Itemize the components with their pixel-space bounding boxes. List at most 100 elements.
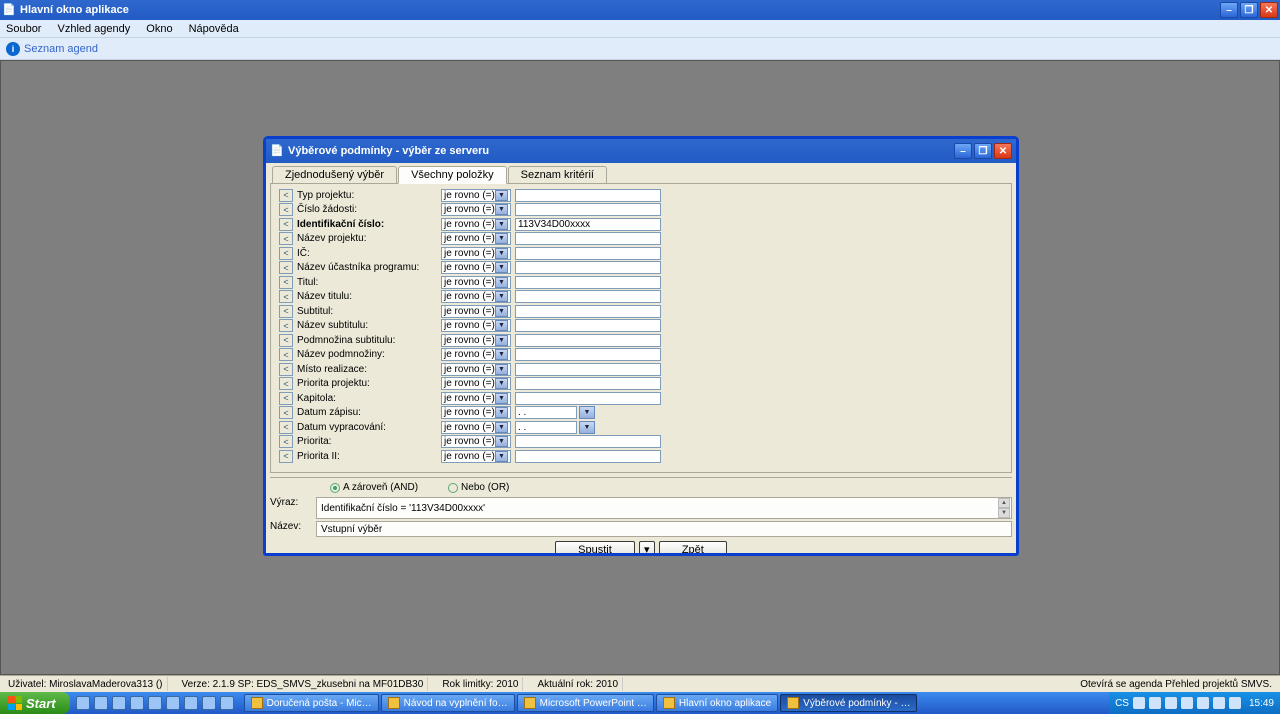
tab-all[interactable]: Všechny položky <box>398 166 507 184</box>
row-back-button[interactable]: < <box>279 261 293 274</box>
row-back-button[interactable]: < <box>279 392 293 405</box>
minimize-button[interactable]: – <box>1220 2 1238 18</box>
ql-icon[interactable] <box>184 696 198 710</box>
row-back-button[interactable]: < <box>279 276 293 289</box>
row-back-button[interactable]: < <box>279 348 293 361</box>
row-back-button[interactable]: < <box>279 319 293 332</box>
ql-icon[interactable] <box>130 696 144 710</box>
tray-icon[interactable] <box>1229 697 1241 709</box>
operator-select[interactable]: je rovno (=)▼ <box>441 290 511 303</box>
ql-icon[interactable] <box>112 696 126 710</box>
radio-and[interactable]: A zároveň (AND) <box>330 482 418 493</box>
run-dropdown-button[interactable]: ▾ <box>639 541 655 556</box>
task-button[interactable]: Doručená pošta - Mic… <box>244 694 379 712</box>
operator-select[interactable]: je rovno (=)▼ <box>441 218 511 231</box>
menu-okno[interactable]: Okno <box>146 23 172 35</box>
tab-criteria[interactable]: Seznam kritérií <box>508 166 607 183</box>
row-back-button[interactable]: < <box>279 189 293 202</box>
back-button[interactable]: Zpět <box>659 541 727 556</box>
ql-icon[interactable] <box>166 696 180 710</box>
lang-indicator[interactable]: CS <box>1115 698 1129 709</box>
close-button[interactable]: ✕ <box>1260 2 1278 18</box>
run-button[interactable]: Spustit <box>555 541 635 556</box>
value-input[interactable] <box>515 276 661 289</box>
row-back-button[interactable]: < <box>279 450 293 463</box>
row-back-button[interactable]: < <box>279 290 293 303</box>
operator-select[interactable]: je rovno (=)▼ <box>441 377 511 390</box>
row-back-button[interactable]: < <box>279 203 293 216</box>
value-input[interactable] <box>515 319 661 332</box>
operator-select[interactable]: je rovno (=)▼ <box>441 334 511 347</box>
operator-select[interactable]: je rovno (=)▼ <box>441 435 511 448</box>
value-input[interactable] <box>515 305 661 318</box>
row-back-button[interactable]: < <box>279 232 293 245</box>
operator-select[interactable]: je rovno (=)▼ <box>441 406 511 419</box>
value-input[interactable] <box>515 261 661 274</box>
value-input[interactable] <box>515 377 661 390</box>
date-dropdown-button[interactable]: ▼ <box>579 421 595 434</box>
value-input[interactable] <box>515 232 661 245</box>
row-back-button[interactable]: < <box>279 218 293 231</box>
maximize-button[interactable]: ❐ <box>1240 2 1258 18</box>
tray-icon[interactable] <box>1181 697 1193 709</box>
ql-icon[interactable] <box>94 696 108 710</box>
operator-select[interactable]: je rovno (=)▼ <box>441 261 511 274</box>
operator-select[interactable]: je rovno (=)▼ <box>441 305 511 318</box>
value-input[interactable] <box>515 348 661 361</box>
row-back-button[interactable]: < <box>279 247 293 260</box>
value-input[interactable]: . . <box>515 406 577 419</box>
value-input[interactable] <box>515 392 661 405</box>
row-back-button[interactable]: < <box>279 377 293 390</box>
task-button[interactable]: Návod na vyplnění fo… <box>381 694 515 712</box>
value-input[interactable] <box>515 189 661 202</box>
date-dropdown-button[interactable]: ▼ <box>579 406 595 419</box>
value-input[interactable] <box>515 290 661 303</box>
operator-select[interactable]: je rovno (=)▼ <box>441 232 511 245</box>
operator-select[interactable]: je rovno (=)▼ <box>441 363 511 376</box>
tray-icon[interactable] <box>1213 697 1225 709</box>
menu-soubor[interactable]: Soubor <box>6 23 41 35</box>
row-back-button[interactable]: < <box>279 305 293 318</box>
value-input[interactable] <box>515 334 661 347</box>
row-back-button[interactable]: < <box>279 435 293 448</box>
expr-scroll[interactable]: ▲▼ <box>998 498 1010 518</box>
tray-icon[interactable] <box>1149 697 1161 709</box>
operator-select[interactable]: je rovno (=)▼ <box>441 319 511 332</box>
operator-select[interactable]: je rovno (=)▼ <box>441 450 511 463</box>
seznam-agend-link[interactable]: Seznam agend <box>24 43 98 55</box>
row-back-button[interactable]: < <box>279 334 293 347</box>
operator-select[interactable]: je rovno (=)▼ <box>441 247 511 260</box>
operator-select[interactable]: je rovno (=)▼ <box>441 203 511 216</box>
value-input[interactable] <box>515 435 661 448</box>
name-box[interactable] <box>316 521 1012 537</box>
tray-icon[interactable] <box>1165 697 1177 709</box>
name-input[interactable] <box>321 524 1007 535</box>
dialog-maximize-button[interactable]: ❐ <box>974 143 992 159</box>
value-input[interactable]: . . <box>515 421 577 434</box>
operator-select[interactable]: je rovno (=)▼ <box>441 392 511 405</box>
row-back-button[interactable]: < <box>279 406 293 419</box>
row-back-button[interactable]: < <box>279 421 293 434</box>
ql-icon[interactable] <box>148 696 162 710</box>
operator-select[interactable]: je rovno (=)▼ <box>441 276 511 289</box>
ql-icon[interactable] <box>202 696 216 710</box>
row-back-button[interactable]: < <box>279 363 293 376</box>
value-input[interactable] <box>515 363 661 376</box>
value-input[interactable] <box>515 203 661 216</box>
operator-select[interactable]: je rovno (=)▼ <box>441 189 511 202</box>
value-input[interactable]: 113V34D00xxxx <box>515 218 661 231</box>
dialog-close-button[interactable]: ✕ <box>994 143 1012 159</box>
dialog-minimize-button[interactable]: – <box>954 143 972 159</box>
menu-napoveda[interactable]: Nápověda <box>189 23 239 35</box>
radio-or[interactable]: Nebo (OR) <box>448 482 509 493</box>
tab-simple[interactable]: Zjednodušený výběr <box>272 166 397 183</box>
operator-select[interactable]: je rovno (=)▼ <box>441 348 511 361</box>
operator-select[interactable]: je rovno (=)▼ <box>441 421 511 434</box>
value-input[interactable] <box>515 450 661 463</box>
tray-icon[interactable] <box>1133 697 1145 709</box>
value-input[interactable] <box>515 247 661 260</box>
ql-icon[interactable] <box>220 696 234 710</box>
ql-icon[interactable] <box>76 696 90 710</box>
task-button[interactable]: Výběrové podmínky - … <box>780 694 917 712</box>
menu-vzhled[interactable]: Vzhled agendy <box>57 23 130 35</box>
